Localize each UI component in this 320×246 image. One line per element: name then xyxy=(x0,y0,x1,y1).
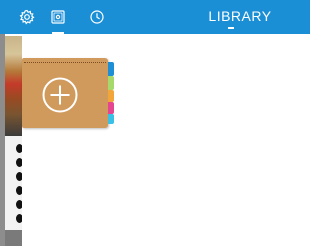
notebook-tab xyxy=(108,90,114,102)
add-notebook-button[interactable] xyxy=(22,58,114,128)
plus-circle-icon xyxy=(42,77,78,113)
notebook-stitching xyxy=(24,62,106,63)
strip-footer xyxy=(5,230,22,246)
ring-hole xyxy=(16,158,22,167)
camera-icon xyxy=(51,10,65,24)
active-tab-indicator xyxy=(52,32,64,34)
ring-hole xyxy=(16,214,22,223)
notebook-tab xyxy=(108,114,114,124)
title-cursor xyxy=(228,27,234,29)
ring-hole xyxy=(16,172,22,181)
camera-button[interactable] xyxy=(43,0,73,34)
ring-hole xyxy=(16,186,22,195)
notebook-tab xyxy=(108,76,114,90)
ring-hole xyxy=(16,200,22,209)
notebook-tab xyxy=(108,62,114,76)
clock-icon xyxy=(90,10,104,24)
top-bar: LIBRARY xyxy=(0,0,310,34)
ring-hole xyxy=(16,144,22,153)
side-preview-strip[interactable] xyxy=(0,34,22,246)
page-title: LIBRARY xyxy=(208,8,272,24)
gear-icon xyxy=(19,9,35,25)
notebook-tab xyxy=(108,102,114,114)
settings-button[interactable] xyxy=(12,0,42,34)
history-button[interactable] xyxy=(82,0,112,34)
photo-thumbnail[interactable] xyxy=(5,36,22,136)
